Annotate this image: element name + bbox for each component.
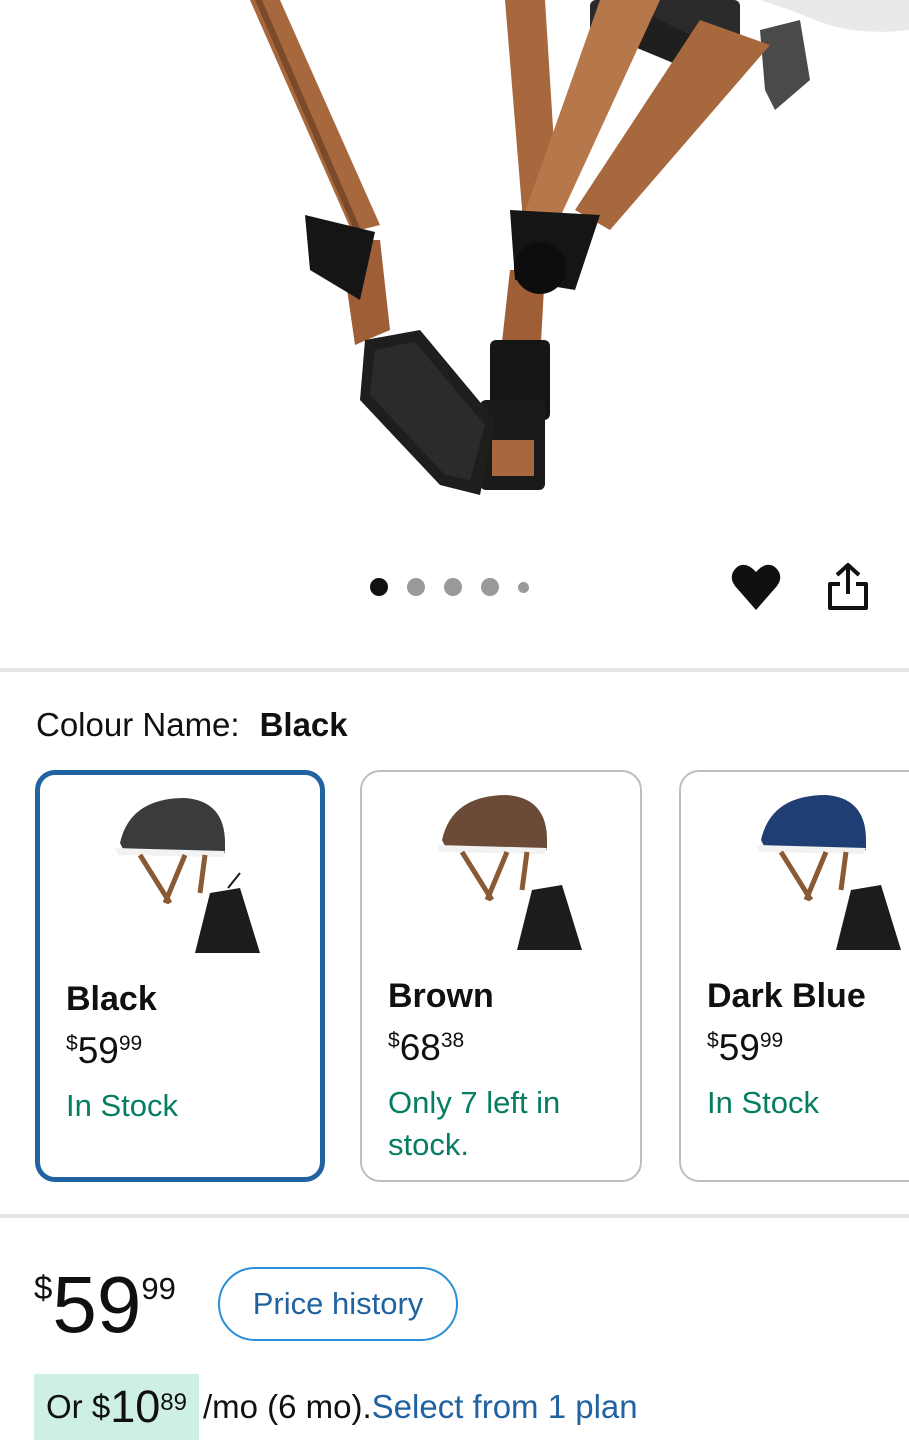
installment-prefix: Or bbox=[46, 1388, 92, 1425]
installment-term: /mo (6 mo). bbox=[202, 1388, 372, 1425]
section-divider bbox=[0, 1214, 909, 1218]
carousel-dot[interactable] bbox=[370, 578, 388, 596]
selected-colour: Black bbox=[259, 706, 348, 743]
price-whole: 68 bbox=[399, 1027, 441, 1068]
carousel-dot[interactable] bbox=[444, 578, 462, 596]
stock-status: Only 7 left in stock. bbox=[388, 1085, 561, 1162]
price-whole: 59 bbox=[52, 1260, 142, 1349]
carousel-dot[interactable] bbox=[481, 578, 499, 596]
main-price: $5999 bbox=[34, 1265, 176, 1345]
installment-whole: 10 bbox=[110, 1381, 161, 1432]
currency-symbol: $ bbox=[66, 1032, 78, 1055]
installment-amount: Or $10 89 bbox=[34, 1374, 199, 1440]
share-icon[interactable] bbox=[826, 562, 870, 612]
stock-status: In Stock bbox=[66, 1088, 178, 1123]
carousel-dot[interactable] bbox=[407, 578, 425, 596]
currency-symbol: $ bbox=[91, 1388, 111, 1425]
carousel-dot[interactable] bbox=[518, 581, 529, 593]
swatch-price: $5999 bbox=[66, 1030, 142, 1072]
price-fraction: 38 bbox=[440, 1029, 465, 1052]
price-fraction: 99 bbox=[141, 1271, 176, 1306]
swatch-dark-blue[interactable]: Dark Blue $5999 In Stock bbox=[679, 770, 909, 1182]
swatch-name: Dark Blue bbox=[707, 977, 866, 1015]
swatch-black[interactable]: Black $5999 In Stock bbox=[35, 770, 325, 1182]
heart-icon[interactable] bbox=[730, 560, 782, 614]
price-fraction: 99 bbox=[118, 1032, 143, 1055]
product-image[interactable] bbox=[0, 0, 909, 540]
colour-name-label: Colour Name: Black bbox=[36, 706, 348, 744]
currency-symbol: $ bbox=[388, 1029, 400, 1052]
swatch-name: Black bbox=[66, 980, 157, 1018]
currency-symbol: $ bbox=[707, 1029, 719, 1052]
helmet-strap-illustration bbox=[250, 0, 909, 495]
swatch-price: $6838 bbox=[388, 1027, 464, 1069]
colour-label-text: Colour Name: bbox=[36, 706, 240, 743]
swatch-brown[interactable]: Brown $6838 Only 7 left in stock. bbox=[360, 770, 642, 1182]
section-divider bbox=[0, 668, 909, 672]
stock-status: In Stock bbox=[707, 1085, 819, 1120]
currency-symbol: $ bbox=[34, 1269, 53, 1306]
swatch-name: Brown bbox=[388, 977, 494, 1015]
helmet-thumbnail bbox=[437, 795, 582, 950]
installment-offer: Or $10 89 /mo (6 mo). Select from 1 plan bbox=[34, 1374, 638, 1440]
price-whole: 59 bbox=[77, 1030, 119, 1071]
price-whole: 59 bbox=[718, 1027, 760, 1068]
helmet-thumbnail bbox=[115, 798, 260, 953]
helmet-thumbnail bbox=[756, 795, 901, 950]
select-plan-link[interactable]: Select from 1 plan bbox=[372, 1388, 638, 1426]
price-history-button[interactable]: Price history bbox=[218, 1267, 458, 1341]
price-fraction: 99 bbox=[759, 1029, 784, 1052]
image-carousel-indicator[interactable] bbox=[370, 578, 548, 596]
swatch-price: $5999 bbox=[707, 1027, 783, 1069]
installment-fraction: 89 bbox=[160, 1389, 187, 1416]
